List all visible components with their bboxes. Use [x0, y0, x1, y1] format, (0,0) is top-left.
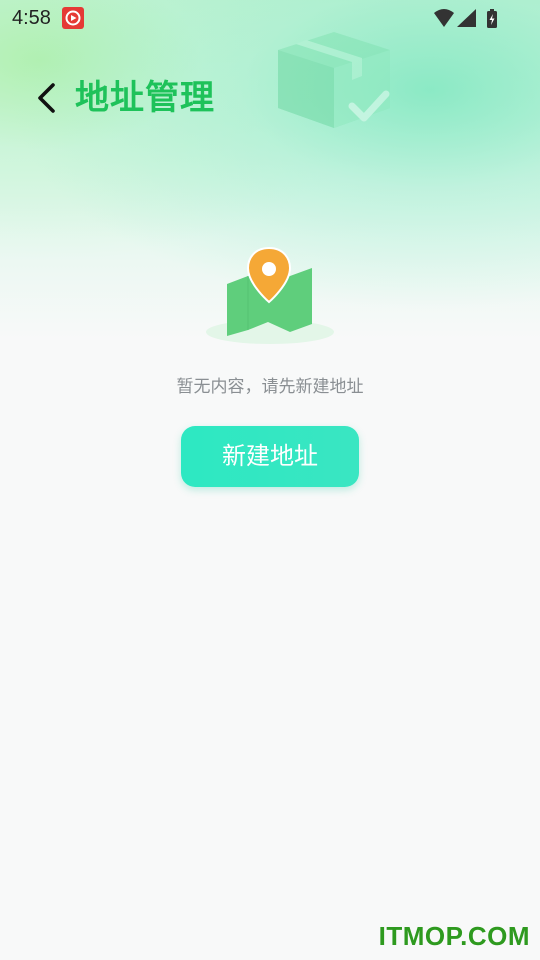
chevron-left-icon — [38, 83, 55, 113]
watermark: ITMOP.COM — [378, 921, 530, 951]
status-icons — [434, 9, 497, 28]
notification-app-icon — [62, 7, 84, 29]
battery-charging-icon — [487, 9, 497, 28]
wifi-icon — [434, 9, 454, 27]
map-illustration — [206, 246, 334, 344]
signal-icon — [457, 9, 476, 27]
package-box-illustration — [278, 32, 390, 128]
new-address-button[interactable]: 新建地址 — [181, 426, 359, 487]
back-button[interactable] — [26, 76, 70, 120]
page-title: 地址管理 — [75, 78, 215, 118]
empty-state-message: 暂无内容，请先新建地址 — [176, 377, 364, 397]
status-time: 4:58 — [12, 7, 51, 29]
